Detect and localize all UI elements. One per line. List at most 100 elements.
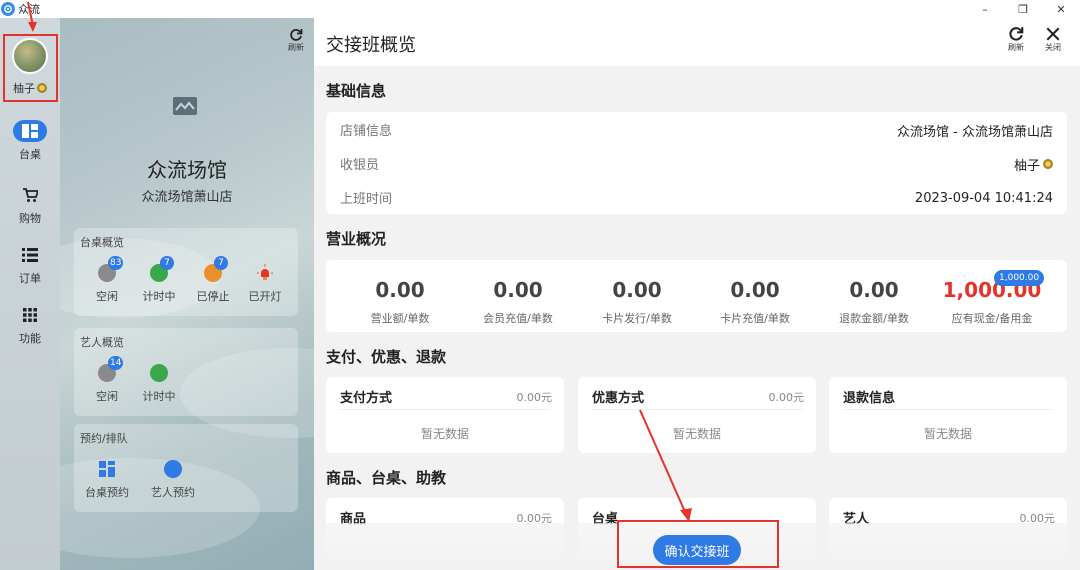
- card-title: 支付方式: [340, 391, 393, 406]
- card-title: 优惠方式: [592, 391, 645, 406]
- store-refresh-button[interactable]: 刷新: [288, 28, 304, 53]
- stat-label: 计时中: [142, 290, 176, 303]
- table-overview-title: 台桌概览: [80, 236, 124, 249]
- artist-reservation-button[interactable]: 艺人预约: [148, 460, 198, 500]
- restore-button[interactable]: ❐: [1004, 0, 1042, 18]
- artist-overview-card: 艺人概览 14 空闲 计时中: [74, 328, 298, 416]
- title-bar: 众流 – ❐ ✕: [0, 0, 1080, 18]
- info-value: 柚子: [1013, 158, 1040, 174]
- empty-text: 暂无数据: [672, 427, 721, 441]
- stat-label: 空闲: [96, 290, 118, 303]
- artist-icon: 14: [98, 356, 124, 382]
- clock-icon: 7: [204, 256, 228, 282]
- stat-label: 计时中: [142, 390, 176, 403]
- flower-icon: [1043, 159, 1053, 169]
- divider: [843, 409, 1053, 410]
- metric-value: 0.00: [849, 278, 899, 302]
- lamp-icon: [257, 264, 273, 280]
- stat-timing-artists[interactable]: 计时中: [134, 364, 184, 404]
- table-reserve-icon: [99, 461, 115, 477]
- dashboard-icon: [13, 120, 47, 142]
- divider: [592, 409, 802, 410]
- metric-label: 应有现金/备用金: [951, 312, 1033, 325]
- metric-label: 会员充值/单数: [483, 312, 553, 325]
- discount-method-card: 优惠方式 0.00元 暂无数据: [578, 377, 816, 453]
- stat-light-on-tables[interactable]: 已开灯: [240, 264, 290, 304]
- close-button[interactable]: 关闭: [1045, 26, 1061, 53]
- count-badge: 14: [108, 356, 124, 370]
- metric-value: 0.00: [612, 278, 662, 302]
- nav-item-functions[interactable]: 功能: [0, 304, 60, 346]
- highlight-box-user: [3, 34, 58, 102]
- image-placeholder-icon: [173, 97, 197, 115]
- empty-text: 暂无数据: [420, 427, 469, 441]
- list-icon: [13, 244, 47, 266]
- info-value: 2023-09-04 10:41:24: [914, 190, 1053, 206]
- grid-icon: [13, 304, 47, 326]
- metric-revenue: 0.00 营业额/单数: [341, 278, 459, 326]
- stat-label: 已停止: [196, 290, 230, 303]
- section-goods: 商品、台桌、助教: [326, 469, 447, 487]
- refund-info-card: 退款信息 暂无数据: [829, 377, 1067, 453]
- count-badge: 83: [108, 256, 124, 270]
- store-panel: 刷新 众流场馆 众流场馆萧山店 台桌概览 83 空闲 7 计时中 7 已停止 已…: [60, 18, 314, 570]
- section-business: 营业概况: [326, 230, 387, 248]
- refresh-icon: [290, 29, 303, 41]
- app-logo-icon: [1, 2, 15, 16]
- metric-refund: 0.00 退款金额/单数: [815, 278, 933, 326]
- card-amount: 0.00元: [516, 391, 553, 404]
- nav-label-shopping: 购物: [19, 212, 41, 225]
- refresh-label: 刷新: [1008, 43, 1024, 52]
- table-reservation-button[interactable]: 台桌预约: [82, 460, 132, 500]
- stat-idle-artists[interactable]: 14 空闲: [82, 356, 132, 404]
- nav-label-functions: 功能: [19, 332, 41, 345]
- nav-item-orders[interactable]: 订单: [0, 244, 60, 286]
- metric-label: 卡片充值/单数: [720, 312, 790, 325]
- refresh-icon: [1009, 27, 1024, 41]
- count-badge: 7: [214, 256, 228, 270]
- reservation-title: 预约/排队: [80, 432, 128, 445]
- float-badge: 1,000.00: [994, 270, 1045, 286]
- nav-item-shopping[interactable]: 购物: [0, 184, 60, 226]
- clock-icon: 7: [150, 256, 174, 282]
- metric-value: 0.00: [730, 278, 780, 302]
- stat-timing-tables[interactable]: 7 计时中: [134, 256, 184, 304]
- business-panel: 0.00 营业额/单数 0.00 会员充值/单数 0.00 卡片发行/单数 0.…: [326, 260, 1067, 332]
- metric-label: 营业额/单数: [370, 312, 430, 325]
- close-label: 关闭: [1045, 43, 1061, 52]
- stat-label: 空闲: [96, 390, 118, 403]
- basic-info-panel: 店铺信息 众流场馆 - 众流场馆萧山店 收银员 柚子 上班时间 2023-09-…: [326, 112, 1067, 214]
- count-badge: 7: [160, 256, 174, 270]
- window-close-button[interactable]: ✕: [1042, 0, 1080, 18]
- stat-label: 台桌预约: [85, 486, 129, 499]
- section-payments: 支付、优惠、退款: [326, 348, 447, 366]
- left-nav: 柚子 台桌 购物 订单 功能: [0, 18, 60, 570]
- info-value: 众流场馆 - 众流场馆萧山店: [897, 124, 1053, 140]
- nav-item-tables[interactable]: 台桌: [0, 120, 60, 162]
- info-label: 店铺信息: [340, 124, 393, 139]
- clock-icon: 83: [98, 256, 124, 282]
- minimize-button[interactable]: –: [966, 0, 1004, 18]
- info-row-store: 店铺信息 众流场馆 - 众流场馆萧山店: [340, 120, 1053, 140]
- metric-card-recharge: 0.00 卡片充值/单数: [696, 278, 814, 326]
- metric-expected-cash: 1,000.00 应有现金/备用金 1,000.00: [933, 270, 1051, 326]
- nav-label-orders: 订单: [19, 272, 41, 285]
- stat-stopped-tables[interactable]: 7 已停止: [188, 256, 238, 304]
- store-refresh-label: 刷新: [288, 43, 304, 52]
- page-title: 交接班概览: [326, 35, 416, 56]
- info-row-cashier: 收银员 柚子: [340, 154, 1053, 174]
- stat-label: 已开灯: [248, 290, 282, 303]
- table-overview-card: 台桌概览 83 空闲 7 计时中 7 已停止 已开灯: [74, 228, 298, 316]
- app-title: 众流: [18, 3, 40, 16]
- highlight-box-confirm: [617, 520, 779, 568]
- stat-idle-tables[interactable]: 83 空闲: [82, 256, 132, 304]
- metric-value: 0.00: [375, 278, 425, 302]
- cart-icon: [13, 184, 47, 206]
- refresh-button[interactable]: 刷新: [1008, 26, 1024, 53]
- handover-panel: 交接班概览 刷新 关闭 基础信息 店铺信息 众流场馆 - 众流场馆萧山店 收银员…: [314, 18, 1080, 570]
- artist-icon: [150, 364, 168, 382]
- info-label: 上班时间: [340, 192, 393, 207]
- stat-label: 艺人预约: [151, 486, 195, 499]
- info-label: 收银员: [340, 158, 380, 173]
- metric-label: 卡片发行/单数: [602, 312, 672, 325]
